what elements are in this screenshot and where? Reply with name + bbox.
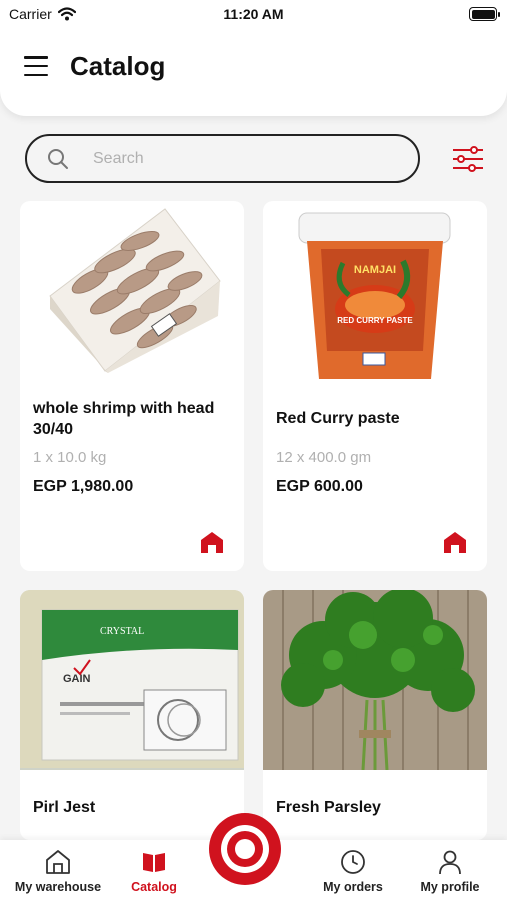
- menu-icon-bar: [24, 73, 48, 76]
- book-icon: [143, 853, 165, 872]
- canister-logo-text: GAIN: [63, 673, 91, 685]
- status-time: 11:20 AM: [223, 6, 284, 22]
- warehouse-add-icon[interactable]: [443, 531, 467, 553]
- product-name: Pirl Jest: [33, 799, 96, 816]
- search-bar[interactable]: [25, 134, 420, 183]
- filter-sliders-icon[interactable]: [452, 146, 484, 172]
- product-card-curry[interactable]: NAMJAI RED CURRY PASTE Red Curry paste 1…: [263, 201, 487, 571]
- page-title: Catalog: [70, 51, 166, 81]
- curry-jar-image: NAMJAI RED CURRY PASTE: [298, 212, 451, 379]
- shrimp-box-image: [49, 208, 221, 373]
- detergent-canister-image: CRYSTAL GAIN: [20, 590, 244, 770]
- menu-button[interactable]: [24, 56, 48, 76]
- person-icon: [439, 850, 461, 875]
- warehouse-add-icon[interactable]: [200, 531, 224, 553]
- product-card-parsley[interactable]: Fresh Parsley: [263, 590, 487, 840]
- nav-item-my-profile[interactable]: My profile: [400, 840, 500, 900]
- product-price: EGP 600.00: [276, 478, 363, 495]
- menu-icon-bar: [24, 64, 48, 68]
- warehouse-icon: [46, 850, 70, 874]
- clock-icon: [341, 850, 365, 874]
- menu-icon-bar: [24, 56, 48, 59]
- product-pack-size: 1 x 10.0 kg: [33, 449, 107, 466]
- battery-icon: [469, 7, 500, 21]
- search-icon: [48, 148, 68, 169]
- product-price: EGP 1,980.00: [33, 478, 134, 495]
- nav-label: My orders: [323, 880, 383, 894]
- curry-jar-title: RED CURRY PASTE: [337, 316, 413, 325]
- nav-item-catalog[interactable]: Catalog: [104, 840, 204, 900]
- parsley-image: [263, 590, 487, 770]
- product-name: Fresh Parsley: [276, 799, 381, 816]
- product-pack-size: 12 x 400.0 gm: [276, 449, 372, 466]
- product-card-shrimp[interactable]: whole shrimp with head 30/40 1 x 10.0 kg…: [20, 201, 244, 571]
- nav-item-my-warehouse[interactable]: My warehouse: [8, 840, 108, 900]
- product-card-pirl-jest[interactable]: CRYSTAL GAIN Pirl Jest: [20, 590, 244, 840]
- search-input[interactable]: [93, 149, 353, 168]
- nav-label: My warehouse: [14, 880, 102, 894]
- status-bar: Carrier 11:20 AM: [0, 0, 507, 30]
- canister-brand-text: CRYSTAL: [100, 626, 144, 637]
- product-name: whole shrimp with head 30/40: [33, 400, 215, 438]
- nav-label: Catalog: [131, 880, 177, 894]
- nav-item-my-orders[interactable]: My orders: [303, 840, 403, 900]
- curry-jar-brand: NAMJAI: [354, 264, 396, 276]
- product-name: Red Curry paste: [276, 410, 400, 427]
- nav-label: My profile: [420, 880, 480, 894]
- center-target-button[interactable]: [208, 812, 282, 886]
